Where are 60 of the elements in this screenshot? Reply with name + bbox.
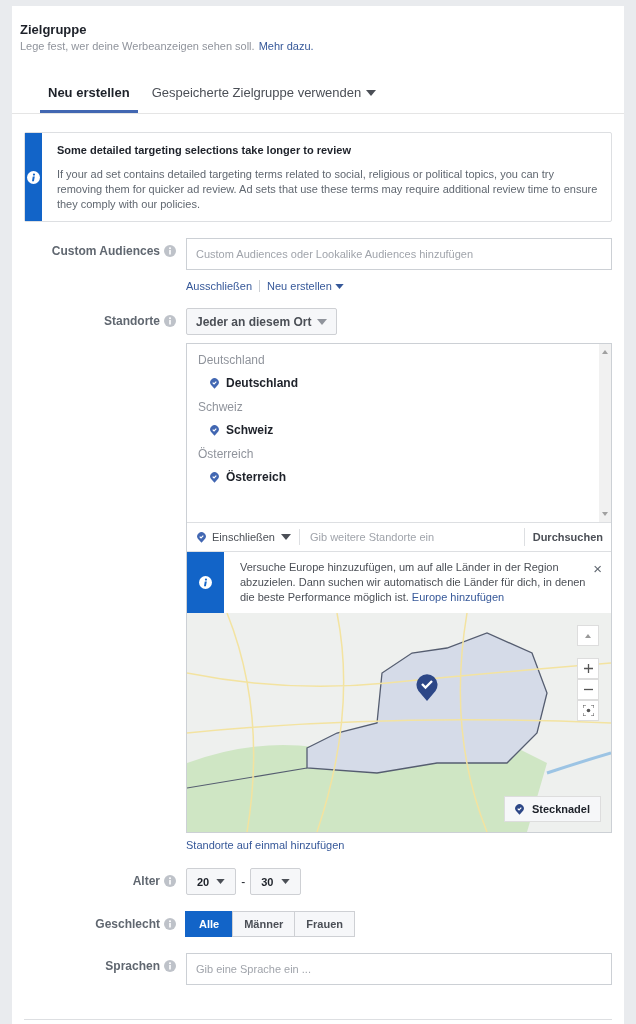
location-search-field[interactable]: Gib weitere Standorte ein: [308, 528, 525, 546]
location-mode-dropdown[interactable]: Jeder an diesem Ort: [186, 308, 338, 335]
location-group-heading: Schweiz: [198, 400, 244, 416]
pin-icon: [197, 531, 206, 543]
field-label: Custom Audiences: [51, 244, 160, 258]
field-label: Geschlecht: [95, 917, 160, 931]
location-item[interactable]: Schweiz: [226, 423, 274, 437]
info-icon: [199, 576, 212, 589]
language-field[interactable]: Gib eine Sprache ein ...: [186, 953, 612, 985]
gender-option[interactable]: Frauen: [294, 911, 355, 937]
field-label: Alter: [132, 874, 160, 888]
info-icon: [164, 918, 176, 930]
zoom-in-button[interactable]: [577, 658, 599, 679]
location-group-heading: Österreich: [198, 447, 255, 463]
custom-audiences-field[interactable]: Custom Audiences oder Lookalike Audiences hinzufügen: [186, 238, 612, 270]
close-button[interactable]: ×: [593, 552, 611, 577]
recenter-button[interactable]: [577, 700, 599, 721]
audience-link[interactable]: Neu erstellen: [267, 280, 344, 292]
pin-icon: [210, 424, 219, 436]
notice-text: If your ad set contains detailed targeting terms related to social, religious or political topics, you can try removing them for quicker ad review. Ad sets that use these terms may require additional review time to ensure they comply with our policies.: [56, 167, 599, 212]
age-to-dropdown[interactable]: 30: [250, 868, 301, 895]
age-from-dropdown[interactable]: 20: [186, 868, 237, 895]
scroll-up-button[interactable]: [577, 625, 599, 646]
age-separator: -: [241, 874, 246, 889]
gender-option[interactable]: Alle: [185, 911, 234, 937]
field-label: Sprachen: [105, 959, 160, 973]
info-icon: [164, 960, 176, 972]
browse-button[interactable]: Durchsuchen: [532, 531, 603, 543]
add-europe-link[interactable]: Europe hinzufügen: [411, 591, 505, 603]
info-icon: [164, 315, 176, 327]
info-icon: [164, 875, 176, 887]
learn-more-link[interactable]: Mehr dazu.: [258, 40, 314, 52]
audience-link[interactable]: Ausschließen: [186, 280, 253, 292]
notice-title: Some detailed targeting selections take longer to review: [56, 144, 352, 156]
caret-icon: [216, 879, 226, 884]
tab[interactable]: Neu erstellen: [40, 85, 138, 113]
pin-icon: [210, 471, 219, 483]
plus-icon: [583, 664, 593, 673]
caret-up-icon: [585, 633, 591, 638]
caret-icon: [281, 534, 291, 540]
section-subtitle: Lege fest, wer deine Werbeanzeigen sehen soll.: [20, 40, 255, 52]
include-dropdown[interactable]: Einschließen: [197, 529, 300, 545]
gender-option[interactable]: Männer: [232, 911, 296, 937]
caret-icon: [280, 879, 290, 884]
location-item[interactable]: Deutschland: [226, 376, 298, 390]
tip-text: Versuche Europe hinzuzufügen, um auf alle Länder in der Region abzuzielen. Dann suchen wir automatisch die Länder für dich, in denen die beste Performance möglich ist. Europe hinzufügen: [239, 560, 587, 605]
scrollbar-icon: [599, 344, 611, 522]
pin-icon: [210, 377, 219, 389]
bulk-add-link[interactable]: Standorte auf einmal hinzufügen: [186, 839, 345, 851]
field-label: Standorte: [104, 314, 160, 328]
info-icon: [164, 245, 176, 257]
location-item[interactable]: Österreich: [226, 470, 287, 484]
section-title: Zielgruppe: [20, 22, 88, 37]
target-icon: [582, 705, 594, 716]
pin-button[interactable]: Stecknadel: [503, 796, 601, 822]
pin-icon: [514, 803, 524, 815]
check-pin-icon: [416, 673, 438, 701]
caret-icon: [317, 318, 328, 325]
tab[interactable]: Gespeicherte Zielgruppe verwenden: [143, 85, 385, 113]
location-group-heading: Deutschland: [198, 353, 266, 369]
